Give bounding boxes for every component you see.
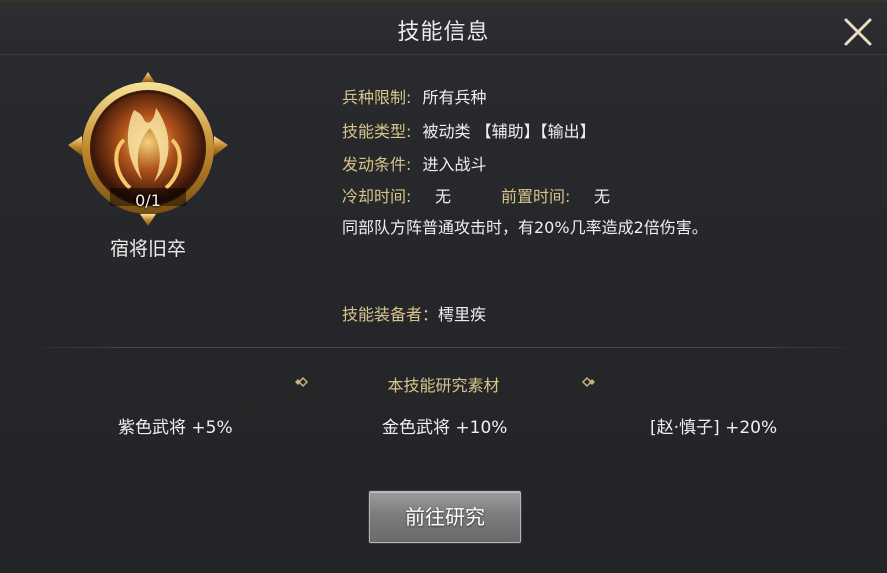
close-icon [844,18,872,46]
skill-name: 宿将旧卒 [109,238,186,260]
divider [18,347,869,348]
cooldown-value: 无 [435,187,452,206]
diamond-ornament-right-icon [581,376,595,388]
trigger-row: 发动条件: 进入战斗 [342,151,487,175]
go-research-button[interactable]: 前往研究 [369,491,521,543]
go-research-label: 前往研究 [405,505,485,529]
prep-time-label: 前置时间: [501,187,571,206]
equipper-row: 技能装备者：樗里疾 [342,301,486,325]
material-purple-general: 紫色武将 +5% [118,418,233,438]
cooldown-label: 冷却时间: [342,187,412,206]
skill-type-label: 技能类型: [342,122,412,141]
cooldown-row: 冷却时间: 无 前置时间: 无 [342,183,742,206]
material-gold-general: 金色武将 +10% [382,418,508,438]
equipper-value: 樗里疾 [438,305,487,324]
trigger-value: 进入战斗 [422,155,487,174]
skill-type-row: 技能类型: 被动类 【辅助】【输出】 [342,118,596,142]
skill-level: 0/1 [135,191,161,210]
close-button[interactable] [838,12,878,52]
equipper-label: 技能装备者： [342,305,439,324]
dialog-title: 技能信息 [397,20,490,45]
unit-limit-label: 兵种限制: [342,88,412,107]
trigger-label: 发动条件: [342,155,412,174]
materials-title: 本技能研究素材 [387,376,500,395]
prep-time-value: 无 [594,187,611,206]
material-zhao-shenzi: [赵·慎子] +20% [650,418,778,438]
skill-description: 同部队方阵普通攻击时，有20%几率造成2倍伤害。 [342,218,708,237]
skill-type-value: 被动类 【辅助】【输出】 [422,122,596,141]
title-bar: 技能信息 [0,2,887,55]
skill-info-dialog: 技能信息 0/1 宿将旧卒 兵种限制: 所有兵种 技能类型: 被动类 【辅助】【… [0,0,887,573]
unit-limit-row: 兵种限制: 所有兵种 [342,84,487,108]
unit-limit-value: 所有兵种 [422,88,487,107]
